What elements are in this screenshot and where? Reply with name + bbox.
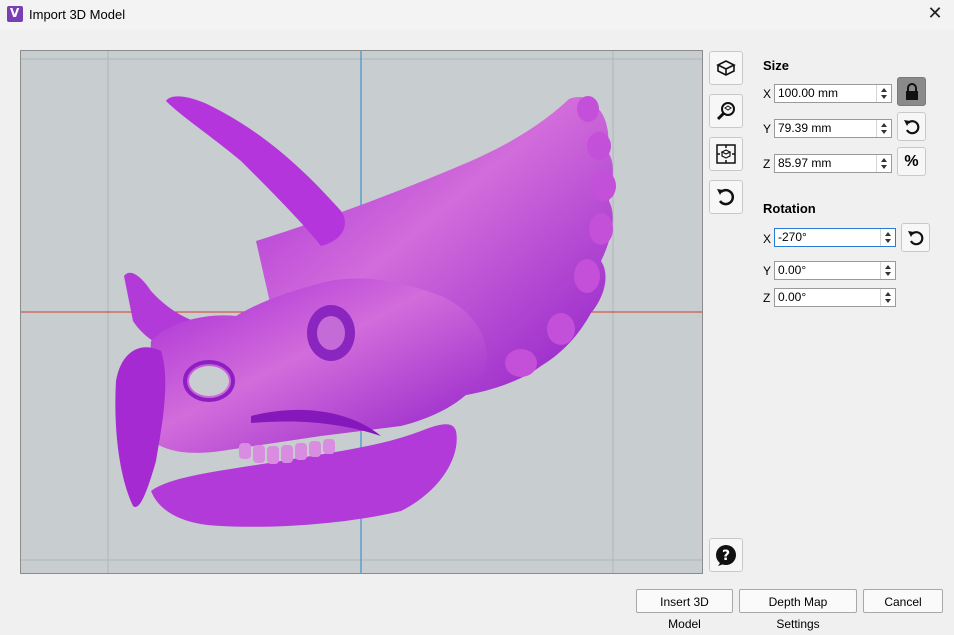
insert-3d-model-button[interactable]: Insert 3D Model: [636, 589, 733, 631]
rotation-y-input[interactable]: [775, 262, 879, 279]
size-x-spinner[interactable]: [876, 85, 891, 102]
spin-up-icon[interactable]: [881, 158, 887, 162]
spin-up-icon[interactable]: [885, 232, 891, 236]
rotation-x-spinner[interactable]: [880, 229, 895, 246]
view-orientation-icon: [716, 60, 736, 76]
rotation-x-field[interactable]: [774, 228, 896, 247]
fit-to-box-button[interactable]: [709, 137, 743, 171]
spin-up-icon[interactable]: [881, 123, 887, 127]
reset-icon: [908, 231, 924, 246]
view-orientation-button[interactable]: [709, 51, 743, 85]
model-viewport[interactable]: [20, 50, 703, 574]
reset-rotation-button[interactable]: [901, 223, 930, 252]
size-z-spinner[interactable]: [876, 155, 891, 172]
size-y-field[interactable]: [774, 119, 892, 138]
lock-aspect-button[interactable]: [897, 77, 926, 106]
size-header: Size: [763, 58, 790, 73]
skull-model: [115, 96, 616, 527]
reset-icon: [904, 120, 920, 135]
fit-to-box-icon: [716, 144, 736, 164]
rotation-z-spinner[interactable]: [880, 289, 895, 306]
close-icon[interactable]: ✕: [922, 2, 948, 26]
lock-icon: [906, 83, 918, 100]
rotation-z-input[interactable]: [775, 289, 879, 306]
svg-text:?: ?: [722, 548, 730, 564]
spin-down-icon[interactable]: [885, 299, 891, 303]
viewport-canvas[interactable]: [21, 51, 702, 573]
rotation-x-input[interactable]: [775, 229, 879, 246]
size-y-label: Y: [763, 122, 772, 136]
spin-down-icon[interactable]: [881, 95, 887, 99]
rotation-y-label: Y: [763, 264, 772, 278]
percent-label: %: [904, 153, 919, 170]
rotation-y-spinner[interactable]: [880, 262, 895, 279]
size-x-field[interactable]: [774, 84, 892, 103]
app-icon: [7, 6, 23, 22]
reset-view-button[interactable]: [709, 180, 743, 214]
rotation-z-label: Z: [763, 291, 771, 305]
size-z-input[interactable]: [775, 155, 875, 172]
size-z-field[interactable]: [774, 154, 892, 173]
title-bar: Import 3D Model ✕: [0, 0, 954, 30]
spin-up-icon[interactable]: [881, 88, 887, 92]
reset-size-button[interactable]: [897, 112, 926, 141]
spin-up-icon[interactable]: [885, 292, 891, 296]
zoom-fit-icon: [716, 102, 735, 121]
rotation-y-field[interactable]: [774, 261, 896, 280]
zoom-fit-button[interactable]: [709, 94, 743, 128]
size-z-label: Z: [763, 157, 771, 171]
help-icon: ?: [716, 545, 736, 566]
spin-up-icon[interactable]: [885, 265, 891, 269]
spin-down-icon[interactable]: [881, 130, 887, 134]
spin-down-icon[interactable]: [885, 239, 891, 243]
size-x-input[interactable]: [775, 85, 875, 102]
rotation-x-label: X: [763, 232, 772, 246]
rotation-z-field[interactable]: [774, 288, 896, 307]
size-y-input[interactable]: [775, 120, 875, 137]
cancel-button[interactable]: Cancel: [863, 589, 943, 613]
reset-view-icon: [717, 188, 735, 206]
rotation-header: Rotation: [763, 201, 816, 216]
help-button[interactable]: ?: [709, 538, 743, 572]
percent-button[interactable]: %: [897, 147, 926, 176]
depth-map-settings-button[interactable]: Depth Map Settings: [739, 589, 857, 631]
size-y-spinner[interactable]: [876, 120, 891, 137]
spin-down-icon[interactable]: [881, 165, 887, 169]
size-x-label: X: [763, 87, 772, 101]
spin-down-icon[interactable]: [885, 272, 891, 276]
window-title: Import 3D Model: [29, 7, 126, 22]
